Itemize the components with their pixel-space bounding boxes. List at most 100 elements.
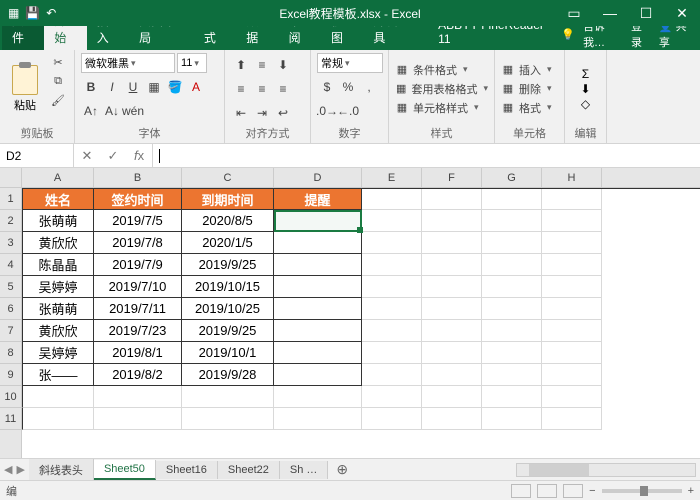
font-color-button[interactable]: A bbox=[186, 77, 206, 97]
table-cell[interactable]: 2019/7/23 bbox=[94, 320, 182, 342]
format-cells-button[interactable]: ▦格式 bbox=[501, 99, 558, 117]
table-cell[interactable] bbox=[182, 386, 274, 408]
page-layout-view-icon[interactable] bbox=[537, 484, 557, 498]
table-cell[interactable]: 2019/10/1 bbox=[182, 342, 274, 364]
table-cell[interactable] bbox=[274, 298, 362, 320]
table-header-cell[interactable] bbox=[482, 189, 542, 210]
table-cell[interactable] bbox=[274, 210, 362, 232]
table-cell[interactable]: 2019/9/28 bbox=[182, 364, 274, 386]
row-header-8[interactable]: 8 bbox=[0, 342, 21, 364]
format-painter-icon[interactable]: 🖌 bbox=[48, 91, 68, 109]
table-cell[interactable] bbox=[22, 386, 94, 408]
table-cell[interactable] bbox=[22, 408, 94, 430]
table-cell[interactable] bbox=[274, 342, 362, 364]
maximize-icon[interactable]: ☐ bbox=[628, 0, 664, 26]
wrap-icon[interactable]: ↩ bbox=[273, 103, 293, 123]
table-cell[interactable]: 2019/8/1 bbox=[94, 342, 182, 364]
table-cell[interactable] bbox=[362, 210, 422, 232]
row-header-1[interactable]: 1 bbox=[0, 188, 21, 210]
row-header-4[interactable]: 4 bbox=[0, 254, 21, 276]
grow-font-button[interactable]: A↑ bbox=[81, 101, 101, 121]
table-cell[interactable] bbox=[362, 320, 422, 342]
table-cell[interactable]: 陈晶晶 bbox=[22, 254, 94, 276]
row-header-10[interactable]: 10 bbox=[0, 386, 21, 408]
table-cell[interactable] bbox=[422, 364, 482, 386]
indent-inc-icon[interactable]: ⇥ bbox=[252, 103, 272, 123]
horizontal-scrollbar[interactable] bbox=[516, 463, 696, 477]
table-cell[interactable] bbox=[274, 408, 362, 430]
row-header-3[interactable]: 3 bbox=[0, 232, 21, 254]
align-top-icon[interactable]: ⬆ bbox=[231, 55, 251, 75]
col-header-E[interactable]: E bbox=[362, 168, 422, 187]
cells-area[interactable]: 姓名签约时间到期时间提醒张萌萌2019/7/52020/8/5黄欣欣2019/7… bbox=[22, 188, 700, 430]
col-header-D[interactable]: D bbox=[274, 168, 362, 187]
underline-button[interactable]: U bbox=[123, 77, 143, 97]
normal-view-icon[interactable] bbox=[511, 484, 531, 498]
table-cell[interactable] bbox=[482, 210, 542, 232]
number-format-combo[interactable]: 常规 bbox=[317, 53, 383, 73]
sheet-tab-1[interactable]: 斜线表头 bbox=[29, 459, 94, 481]
col-header-F[interactable]: F bbox=[422, 168, 482, 187]
table-cell[interactable]: 2019/10/15 bbox=[182, 276, 274, 298]
clear-icon[interactable]: ◇ bbox=[581, 97, 590, 111]
row-header-2[interactable]: 2 bbox=[0, 210, 21, 232]
table-cell[interactable]: 2020/8/5 bbox=[182, 210, 274, 232]
table-cell[interactable] bbox=[422, 298, 482, 320]
col-header-C[interactable]: C bbox=[182, 168, 274, 187]
shrink-font-button[interactable]: A↓ bbox=[102, 101, 122, 121]
table-cell[interactable] bbox=[422, 408, 482, 430]
table-cell[interactable] bbox=[542, 254, 602, 276]
table-cell[interactable] bbox=[542, 320, 602, 342]
table-cell[interactable] bbox=[542, 386, 602, 408]
inc-decimal-icon[interactable]: .0→ bbox=[317, 101, 337, 121]
table-header-cell[interactable]: 姓名 bbox=[22, 189, 94, 210]
table-cell[interactable] bbox=[362, 408, 422, 430]
table-cell[interactable] bbox=[482, 254, 542, 276]
sheet-tab-2[interactable]: Sheet50 bbox=[94, 460, 156, 480]
sheet-tab-5[interactable]: Sh … bbox=[280, 461, 329, 479]
sheet-tab-3[interactable]: Sheet16 bbox=[156, 461, 218, 479]
insert-cells-button[interactable]: ▦插入 bbox=[501, 61, 558, 79]
table-cell[interactable]: 张萌萌 bbox=[22, 298, 94, 320]
table-cell[interactable] bbox=[274, 254, 362, 276]
col-header-H[interactable]: H bbox=[542, 168, 602, 187]
currency-icon[interactable]: $ bbox=[317, 77, 337, 97]
table-cell[interactable] bbox=[422, 254, 482, 276]
table-cell[interactable] bbox=[542, 364, 602, 386]
table-format-button[interactable]: ▦套用表格格式 bbox=[395, 80, 488, 98]
tab-scroll-left-icon[interactable]: ◀ bbox=[4, 463, 12, 476]
col-header-G[interactable]: G bbox=[482, 168, 542, 187]
formula-input[interactable] bbox=[153, 144, 700, 167]
table-header-cell[interactable] bbox=[362, 189, 422, 210]
table-cell[interactable] bbox=[362, 254, 422, 276]
spreadsheet-grid[interactable]: 1234567891011 ABCDEFGH 姓名签约时间到期时间提醒张萌萌20… bbox=[0, 168, 700, 458]
table-cell[interactable] bbox=[94, 386, 182, 408]
minimize-icon[interactable]: — bbox=[592, 0, 628, 26]
table-cell[interactable] bbox=[542, 232, 602, 254]
table-cell[interactable] bbox=[362, 364, 422, 386]
table-cell[interactable]: 2020/1/5 bbox=[182, 232, 274, 254]
table-header-cell[interactable]: 到期时间 bbox=[182, 189, 274, 210]
indent-dec-icon[interactable]: ⇤ bbox=[231, 103, 251, 123]
table-cell[interactable] bbox=[482, 298, 542, 320]
table-cell[interactable]: 2019/7/5 bbox=[94, 210, 182, 232]
table-cell[interactable]: 张—— bbox=[22, 364, 94, 386]
table-cell[interactable]: 张萌萌 bbox=[22, 210, 94, 232]
table-cell[interactable] bbox=[362, 232, 422, 254]
table-cell[interactable] bbox=[482, 342, 542, 364]
table-header-cell[interactable] bbox=[542, 189, 602, 210]
name-box[interactable]: D2 bbox=[0, 144, 74, 167]
col-header-B[interactable]: B bbox=[94, 168, 182, 187]
border-button[interactable]: ▦ bbox=[144, 77, 164, 97]
row-header-11[interactable]: 11 bbox=[0, 408, 21, 430]
table-cell[interactable] bbox=[422, 210, 482, 232]
row-header-9[interactable]: 9 bbox=[0, 364, 21, 386]
table-cell[interactable] bbox=[542, 210, 602, 232]
percent-icon[interactable]: % bbox=[338, 77, 358, 97]
save-icon[interactable]: 💾 bbox=[25, 6, 40, 20]
cut-icon[interactable]: ✂ bbox=[48, 53, 68, 71]
table-cell[interactable] bbox=[274, 386, 362, 408]
paste-button[interactable]: 粘贴 bbox=[6, 53, 44, 124]
italic-button[interactable]: I bbox=[102, 77, 122, 97]
table-cell[interactable] bbox=[422, 342, 482, 364]
